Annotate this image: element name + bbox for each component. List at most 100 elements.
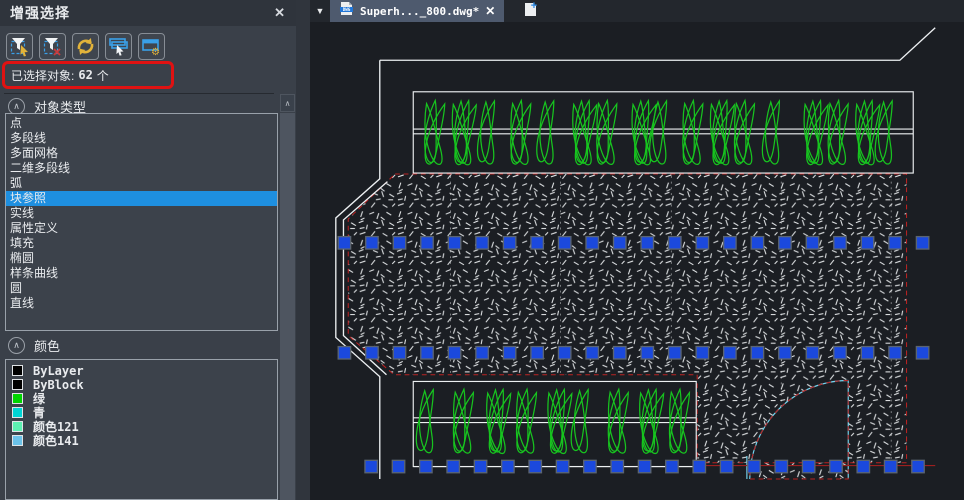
color-item[interactable]: 颜色141: [6, 433, 277, 448]
grip[interactable]: [421, 347, 433, 359]
grip[interactable]: [669, 237, 681, 249]
panel-divider[interactable]: [296, 0, 310, 500]
grip[interactable]: [586, 347, 598, 359]
grip[interactable]: [420, 460, 432, 472]
window-select-button[interactable]: [105, 33, 132, 60]
grip[interactable]: [748, 460, 760, 472]
grip[interactable]: [366, 237, 378, 249]
object-type-item[interactable]: 点: [6, 116, 277, 131]
grip[interactable]: [641, 347, 653, 359]
panel-scrollbar[interactable]: ∧: [280, 94, 295, 500]
scroll-up-button[interactable]: ∧: [280, 94, 295, 112]
grip[interactable]: [584, 460, 596, 472]
grip[interactable]: [392, 460, 404, 472]
svg-text:⚙: ⚙: [151, 47, 160, 57]
grip[interactable]: [586, 237, 598, 249]
object-type-item[interactable]: 二维多段线: [6, 161, 277, 176]
grip[interactable]: [724, 237, 736, 249]
document-tab-title: Superh..._800.dwg*: [360, 5, 479, 18]
grip[interactable]: [724, 347, 736, 359]
color-item[interactable]: ByLayer: [6, 363, 277, 378]
grip[interactable]: [889, 347, 901, 359]
tab-close-icon[interactable]: ✕: [485, 4, 495, 18]
object-type-item[interactable]: 块参照: [6, 191, 277, 206]
grip[interactable]: [474, 460, 486, 472]
grip[interactable]: [696, 347, 708, 359]
object-type-item[interactable]: 多面网格: [6, 146, 277, 161]
grip[interactable]: [531, 347, 543, 359]
grip[interactable]: [751, 347, 763, 359]
grip[interactable]: [503, 347, 515, 359]
grip[interactable]: [889, 237, 901, 249]
object-type-item[interactable]: 属性定义: [6, 221, 277, 236]
grip[interactable]: [448, 237, 460, 249]
grip[interactable]: [338, 237, 350, 249]
grip[interactable]: [638, 460, 650, 472]
new-tab-button[interactable]: +: [520, 2, 542, 20]
grip[interactable]: [830, 460, 842, 472]
grip[interactable]: [447, 460, 459, 472]
grip[interactable]: [448, 347, 460, 359]
refresh-selection-button[interactable]: [72, 33, 99, 60]
object-type-item[interactable]: 多段线: [6, 131, 277, 146]
grip[interactable]: [366, 347, 378, 359]
grip[interactable]: [834, 237, 846, 249]
grip[interactable]: [779, 237, 791, 249]
grip[interactable]: [751, 237, 763, 249]
grip[interactable]: [884, 460, 896, 472]
grip[interactable]: [669, 347, 681, 359]
grip[interactable]: [806, 347, 818, 359]
grip[interactable]: [502, 460, 514, 472]
grip[interactable]: [556, 460, 568, 472]
tab-list-dropdown[interactable]: ▼: [310, 6, 330, 16]
object-type-item[interactable]: 样条曲线: [6, 266, 277, 281]
grip[interactable]: [779, 347, 791, 359]
scrollbar-thumb[interactable]: [280, 113, 295, 500]
grip[interactable]: [476, 237, 488, 249]
object-type-item[interactable]: 实线: [6, 206, 277, 221]
grip[interactable]: [696, 237, 708, 249]
grip[interactable]: [338, 347, 350, 359]
color-item[interactable]: 绿: [6, 391, 277, 406]
grip[interactable]: [693, 460, 705, 472]
grip[interactable]: [393, 347, 405, 359]
collapse-icon[interactable]: ∧: [8, 337, 25, 354]
grip[interactable]: [393, 237, 405, 249]
document-tab[interactable]: DWG Superh..._800.dwg* ✕: [330, 0, 504, 22]
grip[interactable]: [365, 460, 377, 472]
grip[interactable]: [476, 347, 488, 359]
grip[interactable]: [611, 460, 623, 472]
select-filter-button[interactable]: [6, 33, 33, 60]
object-type-item[interactable]: 圆: [6, 281, 277, 296]
clear-filter-button[interactable]: [39, 33, 66, 60]
grip[interactable]: [861, 347, 873, 359]
grip[interactable]: [916, 237, 928, 249]
object-type-item[interactable]: 直线: [6, 296, 277, 311]
grip[interactable]: [558, 237, 570, 249]
grip[interactable]: [834, 347, 846, 359]
grip[interactable]: [802, 460, 814, 472]
panel-close-icon[interactable]: ✕: [274, 5, 286, 21]
color-item[interactable]: ByBlock: [6, 377, 277, 392]
grip[interactable]: [806, 237, 818, 249]
selection-settings-button[interactable]: ⚙: [138, 33, 165, 60]
grip[interactable]: [775, 460, 787, 472]
grip[interactable]: [558, 347, 570, 359]
grip[interactable]: [861, 237, 873, 249]
grip[interactable]: [614, 347, 626, 359]
grip[interactable]: [614, 237, 626, 249]
grip[interactable]: [720, 460, 732, 472]
object-type-item[interactable]: 填充: [6, 236, 277, 251]
grip[interactable]: [529, 460, 541, 472]
grip[interactable]: [531, 237, 543, 249]
grip[interactable]: [912, 460, 924, 472]
grip[interactable]: [666, 460, 678, 472]
object-type-item[interactable]: 弧: [6, 176, 277, 191]
grip[interactable]: [421, 237, 433, 249]
grip[interactable]: [916, 347, 928, 359]
grip[interactable]: [857, 460, 869, 472]
grip[interactable]: [641, 237, 653, 249]
object-type-item[interactable]: 椭圆: [6, 251, 277, 266]
grip[interactable]: [503, 237, 515, 249]
drawing-canvas[interactable]: [310, 22, 964, 500]
